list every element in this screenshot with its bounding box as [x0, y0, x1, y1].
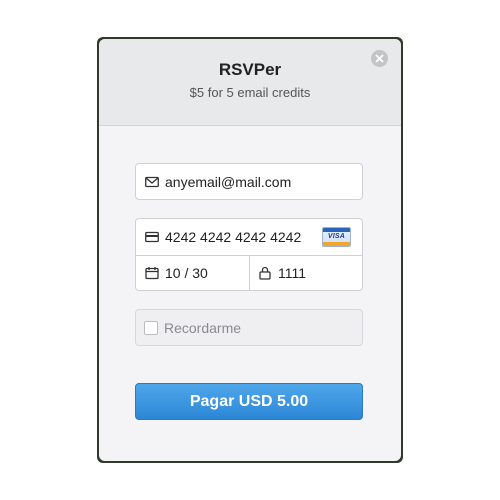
cvc-value: 1111	[278, 264, 307, 281]
remember-me-label: Recordarme	[164, 319, 242, 336]
email-field[interactable]: anyemail@mail.com	[135, 163, 363, 200]
cvc-field[interactable]: 1111	[249, 255, 362, 290]
visa-stripe-bottom	[323, 242, 350, 246]
expiry-field[interactable]: 10 / 30	[136, 255, 250, 290]
expiry-value: 10 / 30	[165, 264, 208, 281]
page-title: RSVPer	[218, 60, 282, 79]
visa-logo-icon: VISA	[322, 227, 351, 247]
email-value: anyemail@mail.com	[165, 173, 292, 190]
card-details-group: 4242 4242 4242 4242 VISA 10 / 30 1111	[135, 218, 363, 291]
visa-stripe-top	[323, 228, 350, 232]
card-brand: VISA	[327, 233, 346, 240]
card-number-field[interactable]: 4242 4242 4242 4242 VISA	[136, 219, 362, 256]
lock-icon	[259, 266, 271, 280]
credit-card-icon	[145, 231, 159, 243]
remember-me-toggle[interactable]: Recordarme	[135, 309, 363, 346]
pay-button[interactable]: Pagar USD 5.00	[135, 383, 363, 420]
modal-header: RSVPer $5 for 5 email credits	[99, 39, 401, 126]
page-subtitle: $5 for 5 email credits	[189, 85, 311, 100]
remember-me-checkbox[interactable]	[144, 321, 158, 335]
checkout-modal: RSVPer $5 for 5 email credits anyemail@m…	[99, 39, 401, 461]
envelope-icon	[145, 176, 159, 187]
close-button[interactable]	[371, 50, 388, 67]
calendar-icon	[145, 266, 159, 279]
card-number-value: 4242 4242 4242 4242	[165, 229, 302, 245]
close-icon	[375, 54, 384, 63]
